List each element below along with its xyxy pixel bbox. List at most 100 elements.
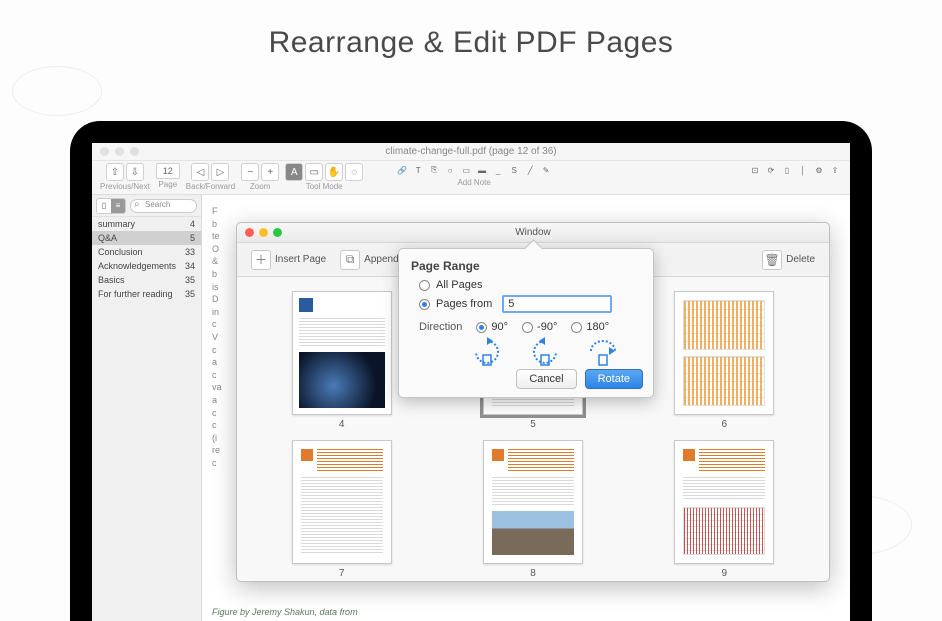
modal-min-dot[interactable]	[259, 228, 268, 237]
outline-item-ack[interactable]: Acknowledgements34	[92, 259, 201, 273]
delete-label: Delete	[786, 254, 815, 265]
page-number: 6	[722, 419, 728, 430]
tool-page: Page	[156, 163, 180, 189]
link-icon[interactable]: 🔗	[395, 163, 409, 177]
pen-icon[interactable]: ✎	[539, 163, 553, 177]
body-text: FbteO&bisDincVcacvaacc(irec	[212, 205, 227, 469]
tool-label: Page	[158, 180, 177, 189]
next-page-button[interactable]: ⇩	[126, 163, 144, 181]
thumb-9[interactable]: 9	[638, 440, 811, 579]
rotate-ccw-icon	[527, 337, 563, 367]
outline-item-further[interactable]: For further reading35	[92, 287, 201, 301]
radio-icon	[419, 299, 430, 310]
modal-traffic-lights	[245, 228, 282, 237]
insert-label: Insert Page	[275, 254, 326, 265]
rotate-180-icon	[585, 337, 621, 367]
page-number-field[interactable]	[156, 163, 180, 179]
popover-title: Page Range	[411, 259, 641, 273]
zoom-out-button[interactable]: −	[241, 163, 259, 181]
outline-item-basics[interactable]: Basics35	[92, 273, 201, 287]
rotate-icons	[469, 337, 641, 367]
window-title: climate-change-full.pdf (page 12 of 36)	[385, 146, 556, 157]
underline-icon[interactable]: _	[491, 163, 505, 177]
tool-label: Tool Mode	[306, 182, 343, 191]
window-titlebar: climate-change-full.pdf (page 12 of 36)	[92, 143, 850, 161]
gear-icon[interactable]: ⚙	[812, 163, 826, 177]
rect-note-icon[interactable]: ▭	[459, 163, 473, 177]
tool-zoom: − + Zoom	[241, 163, 279, 191]
text-note-icon[interactable]: T	[411, 163, 425, 177]
thumb-7[interactable]: 7	[255, 440, 428, 579]
all-pages-label: All Pages	[436, 279, 482, 291]
highlight-icon[interactable]: ▬	[475, 163, 489, 177]
hand-tool-button[interactable]: ✋	[325, 163, 343, 181]
line-icon[interactable]: ╱	[523, 163, 537, 177]
outline-view-icon[interactable]: ≡	[111, 199, 125, 213]
modal-title: Window	[515, 227, 551, 238]
rotate-button[interactable]: Rotate	[585, 369, 643, 389]
modal-max-dot[interactable]	[273, 228, 282, 237]
outline-item-conclusion[interactable]: Conclusion33	[92, 245, 201, 259]
search-input[interactable]: Search	[130, 199, 197, 213]
thumb-8[interactable]: 8	[446, 440, 619, 579]
tool-back-forward: ◁ ▷ Back/Forward	[186, 163, 235, 191]
delete-button[interactable]: 🗑 Delete	[758, 248, 819, 272]
circle-note-icon[interactable]: ○	[443, 163, 457, 177]
sidebar-view-toggle[interactable]: ▯ ≡	[96, 198, 126, 214]
outline-item-summary[interactable]: summary4	[92, 217, 201, 231]
page-number: 8	[530, 568, 536, 579]
outline-list: summary4 Q&A5 Conclusion33 Acknowledgeme…	[92, 217, 201, 301]
close-dot[interactable]	[100, 147, 109, 156]
traffic-lights	[100, 147, 139, 156]
append-button[interactable]: ⧉ Append	[336, 248, 402, 272]
radio-icon	[571, 322, 582, 333]
direction-label: Direction	[419, 321, 462, 333]
share-icon[interactable]: ⇪	[828, 163, 842, 177]
radio-icon	[476, 322, 487, 333]
pages-from-option[interactable]: Pages from	[419, 295, 641, 313]
select-tool-button[interactable]: ▭	[305, 163, 323, 181]
forward-button[interactable]: ▷	[211, 163, 229, 181]
text-tool-button[interactable]: A	[285, 163, 303, 181]
dir-180-option[interactable]: 180°	[571, 321, 609, 333]
cloud-decoration	[12, 66, 102, 116]
zoom-in-button[interactable]: +	[261, 163, 279, 181]
rotate-cw-icon	[469, 337, 505, 367]
divider: │	[796, 163, 810, 177]
thumbnail-view-icon[interactable]: ▯	[97, 199, 111, 213]
dir-90-option[interactable]: 90°	[476, 321, 508, 333]
modal-close-dot[interactable]	[245, 228, 254, 237]
rotate-icon[interactable]: ⟳	[764, 163, 778, 177]
dir-neg90-option[interactable]: -90°	[522, 321, 557, 333]
thumb-6[interactable]: 6	[638, 291, 811, 430]
strike-icon[interactable]: S	[507, 163, 521, 177]
page-icon[interactable]: ▯	[780, 163, 794, 177]
pages-from-label: Pages from	[436, 298, 492, 310]
crop-icon[interactable]: ⊡	[748, 163, 762, 177]
cancel-button[interactable]: Cancel	[516, 369, 576, 389]
page-number: 9	[722, 568, 728, 579]
pages-from-input[interactable]	[502, 295, 612, 313]
append-icon: ⧉	[340, 250, 360, 270]
anchor-note-icon[interactable]: ⎘	[427, 163, 441, 177]
insert-page-button[interactable]: ＋ Insert Page	[247, 248, 330, 272]
outline-item-qa[interactable]: Q&A5	[92, 231, 201, 245]
tool-label: Zoom	[250, 182, 270, 191]
rotate-popover: Page Range All Pages Pages from Directio…	[398, 248, 654, 398]
sidebar: ▯ ≡ Search summary4 Q&A5 Conclusion33 Ac…	[92, 195, 202, 621]
tool-add-note: 🔗 T ⎘ ○ ▭ ▬ _ S ╱ ✎ Add Note	[395, 163, 553, 187]
append-label: Append	[364, 254, 398, 265]
back-button[interactable]: ◁	[191, 163, 209, 181]
promo-title: Rearrange & Edit PDF Pages	[0, 26, 942, 60]
lasso-tool-button[interactable]: ◌	[345, 163, 363, 181]
all-pages-option[interactable]: All Pages	[419, 279, 641, 291]
radio-icon	[522, 322, 533, 333]
tool-label: Previous/Next	[100, 182, 150, 191]
prev-page-button[interactable]: ⇧	[106, 163, 124, 181]
radio-icon	[419, 280, 430, 291]
tool-mode: A ▭ ✋ ◌ Tool Mode	[285, 163, 363, 191]
tool-prev-next: ⇧ ⇩ Previous/Next	[100, 163, 150, 191]
maximize-dot[interactable]	[130, 147, 139, 156]
minimize-dot[interactable]	[115, 147, 124, 156]
tool-label: Back/Forward	[186, 182, 235, 191]
